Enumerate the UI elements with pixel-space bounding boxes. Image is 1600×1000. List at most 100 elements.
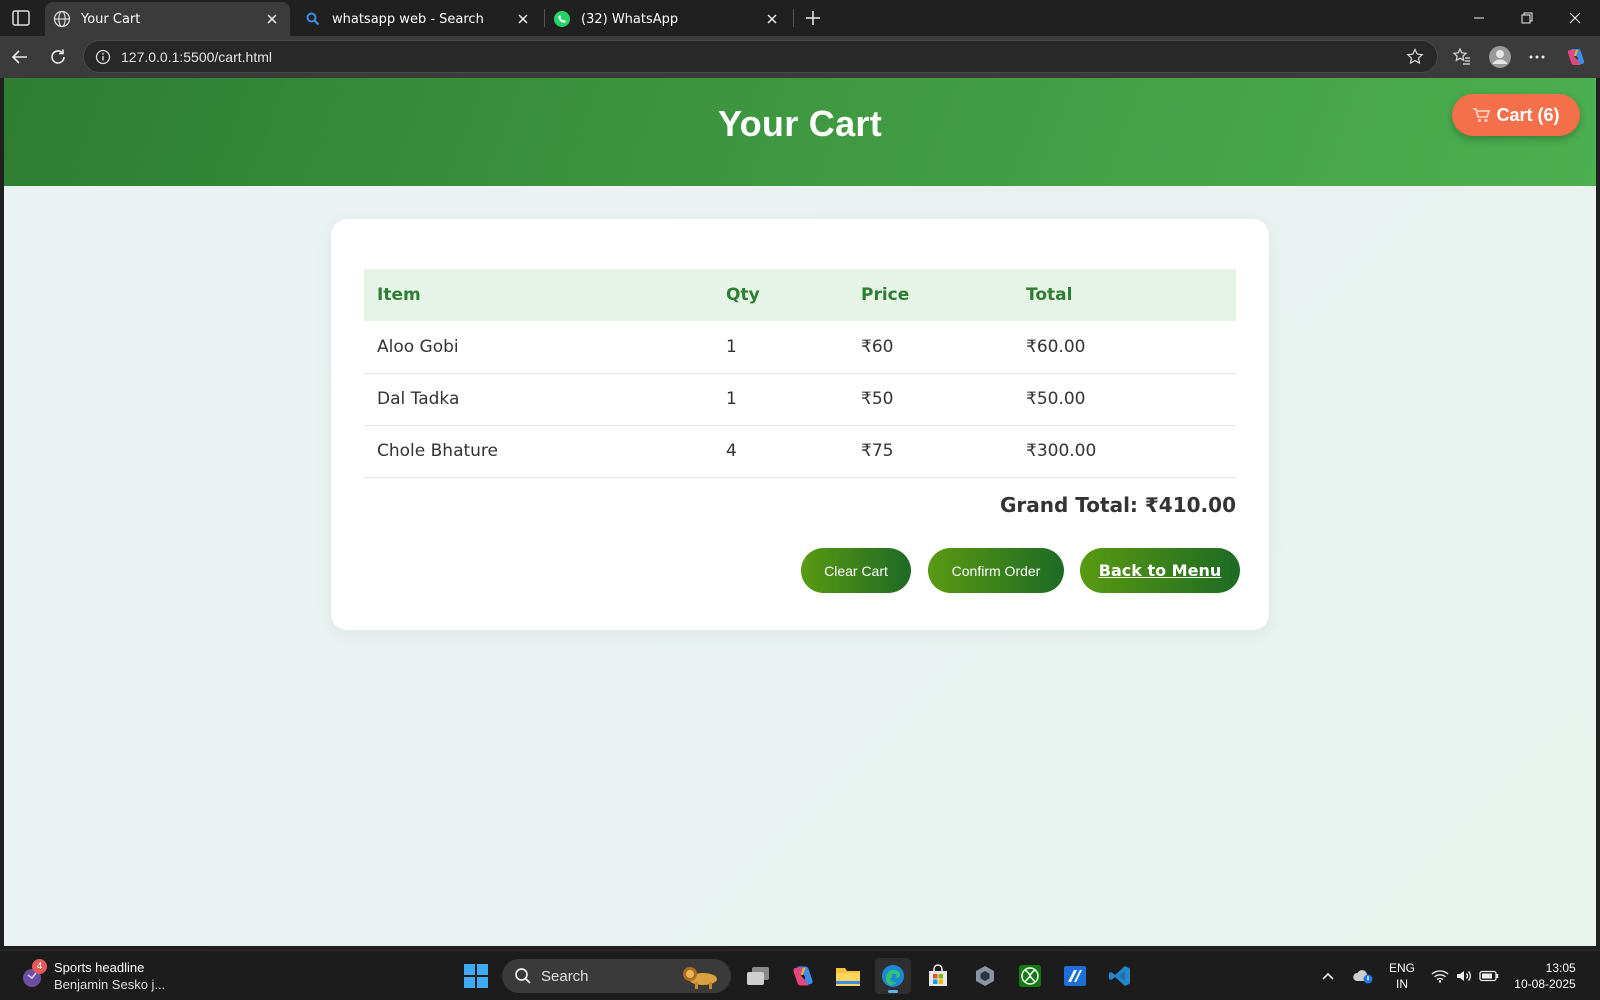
close-icon [1569,12,1581,24]
minimize-icon [1474,17,1484,19]
edge-browser-icon[interactable] [875,958,911,994]
clock-date: 10-08-2025 [1514,977,1576,991]
wifi-icon[interactable] [1428,951,1452,1000]
search-label: Search [541,967,589,985]
refresh-button[interactable] [43,42,73,72]
ellipsis-icon [1529,55,1545,59]
sports-icon: 4 [20,959,47,989]
tab-actions-icon[interactable] [10,7,32,29]
page-title: Your Cart [717,103,883,144]
item-price: ₹75 [848,425,1013,478]
tab-title: whatsapp web - Search [332,11,484,27]
cart-button[interactable]: Cart (6) [1452,94,1580,136]
tab-your-cart[interactable]: Your Cart [45,2,290,36]
azure-data-studio-icon[interactable] [1057,958,1093,994]
item-name: Dal Tadka [364,373,713,426]
new-tab-button[interactable] [800,5,826,31]
confirm-order-button[interactable]: Confirm Order [928,548,1064,593]
page-header: Your Cart Cart (6) [4,78,1596,186]
clock-time: 13:05 [1545,961,1576,975]
language-code: ENG [1388,961,1415,975]
close-icon[interactable] [762,9,782,29]
address-bar[interactable]: 127.0.0.1:5500/cart.html [83,40,1438,73]
volume-icon[interactable] [1452,951,1476,1000]
whatsapp-icon [553,10,571,28]
item-price: ₹60 [848,321,1013,374]
restore-icon [1521,12,1533,24]
tab-separator [793,9,794,27]
windows-taskbar: 4 Sports headline Benjamin Sesko j... Se… [0,950,1600,1000]
table-header-row: Item Qty Price Total [364,269,1236,321]
copilot-button[interactable] [1561,42,1591,72]
copilot-icon [1567,49,1585,65]
item-qty: 1 [713,321,848,374]
column-header-qty: Qty [726,285,760,305]
copilot-icon[interactable] [785,958,821,994]
info-icon[interactable] [93,47,113,67]
task-view-icon[interactable] [740,958,776,994]
unity-hub-icon[interactable] [967,958,1003,994]
tab-whatsapp[interactable]: (32) WhatsApp [545,2,790,36]
close-icon[interactable] [262,9,282,29]
back-to-menu-button[interactable]: Back to Menu [1080,548,1240,593]
favorites-button[interactable] [1447,42,1477,72]
page-content: Your Cart Cart (6) Item Qty Price Total … [4,78,1596,946]
close-window-button[interactable] [1552,0,1598,36]
search-icon [514,967,532,985]
system-clock[interactable]: 13:05 10-08-2025 [1508,951,1582,1000]
item-qty: 4 [713,425,848,478]
windows-start-icon[interactable] [458,958,494,994]
news-widget[interactable]: 4 Sports headline Benjamin Sesko j... [20,957,170,995]
star-icon[interactable] [1403,45,1427,69]
favorites-icon [1452,47,1470,65]
cart-button-label: Cart (6) [1496,104,1560,125]
item-total: ₹50.00 [1013,373,1236,426]
clear-cart-button[interactable]: Clear Cart [801,548,911,593]
table-row: Dal Tadka 1 ₹50 ₹50.00 [364,373,1236,426]
vs-code-icon[interactable] [1102,958,1138,994]
browser-toolbar: 127.0.0.1:5500/cart.html [0,36,1600,78]
url-text[interactable]: 127.0.0.1:5500/cart.html [121,49,1403,65]
cart-table: Item Qty Price Total Aloo Gobi 1 ₹60 ₹60… [364,269,1236,478]
item-name: Chole Bhature [364,425,713,478]
browser-tab-strip: Your Cart whatsapp web - Search (32) Wha… [0,0,1600,36]
taskbar-search[interactable]: Search [502,959,731,993]
lion-icon [679,962,723,994]
more-options-button[interactable] [1522,42,1552,72]
refresh-icon [51,49,65,64]
show-hidden-icons[interactable] [1316,951,1340,1000]
globe-icon [53,10,71,28]
item-total: ₹300.00 [1013,425,1236,478]
avatar-icon [1489,46,1511,68]
notification-badge: 4 [32,959,47,974]
chevron-up-icon [1322,972,1334,980]
tab-title: Your Cart [81,11,141,27]
close-icon[interactable] [513,9,533,29]
item-total: ₹60.00 [1013,321,1236,374]
table-row: Chole Bhature 4 ₹75 ₹300.00 [364,425,1236,478]
column-header-price: Price [861,285,910,305]
tab-whatsapp-search[interactable]: whatsapp web - Search [296,2,541,36]
input-language[interactable]: ENG IN [1384,951,1420,1000]
battery-icon[interactable] [1476,951,1502,1000]
cart-card: Item Qty Price Total Aloo Gobi 1 ₹60 ₹60… [331,219,1269,630]
minimize-button[interactable] [1456,0,1502,36]
column-header-total: Total [1026,285,1073,305]
restore-button[interactable] [1504,0,1550,36]
region-code: IN [1395,977,1408,991]
grand-total: Grand Total: ₹410.00 [1000,493,1236,517]
profile-button[interactable] [1485,42,1515,72]
item-qty: 1 [713,373,848,426]
widget-title: Sports headline [54,960,145,975]
microsoft-store-icon[interactable] [920,958,956,994]
table-row: Aloo Gobi 1 ₹60 ₹60.00 [364,321,1236,374]
xbox-icon[interactable] [1012,958,1048,994]
item-name: Aloo Gobi [364,321,713,374]
plus-icon [806,11,820,25]
onedrive-icon[interactable] [1350,951,1376,1000]
file-explorer-icon[interactable] [830,958,866,994]
widget-subtitle: Benjamin Sesko j... [54,977,166,992]
back-button[interactable] [5,42,35,72]
tab-title: (32) WhatsApp [581,11,679,27]
item-price: ₹50 [848,373,1013,426]
